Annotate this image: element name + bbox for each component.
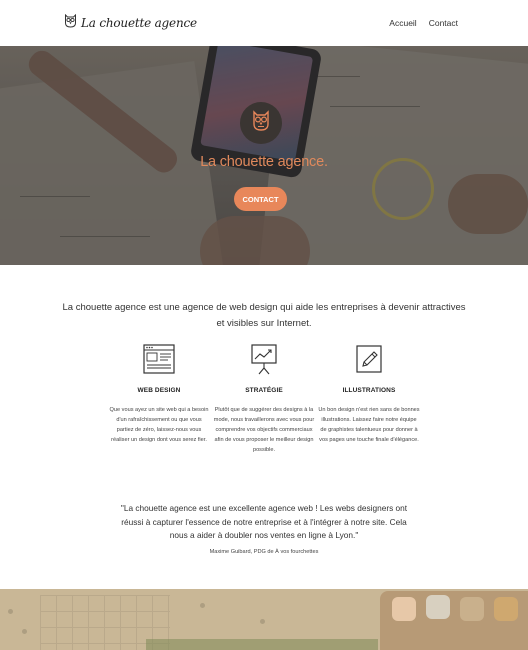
testimonial-quote: "La chouette agence est une excellente a…: [120, 503, 408, 540]
bottom-bg-dot: [8, 609, 13, 614]
intro-text: La chouette agence est une agence de web…: [62, 302, 466, 329]
brand-logo[interactable]: La chouette agence: [64, 13, 197, 33]
nav-link-accueil[interactable]: Accueil: [389, 18, 416, 28]
bottom-bg-dot: [200, 603, 205, 608]
owl-logo-icon: [64, 13, 77, 33]
bottom-image: [0, 589, 528, 650]
bottom-bg-dot: [260, 619, 265, 624]
bottom-bg-band: [146, 639, 378, 650]
app-tile-icon: [494, 597, 518, 621]
presentation-chart-icon: [250, 343, 278, 380]
service-description: Plutôt que de suggérer des designs à la …: [213, 407, 315, 454]
contact-button[interactable]: CONTACT: [234, 187, 287, 211]
app-tile-icon: [392, 597, 416, 621]
testimonial-author: Maxime Guibard, PDG de À vos fourchettes: [209, 549, 319, 555]
owl-icon: [251, 109, 271, 137]
hero-title: La chouette agence.: [200, 154, 328, 170]
brand-name: La chouette agence: [81, 16, 197, 30]
main-nav: Accueil Contact: [389, 18, 458, 28]
site-header: La chouette agence Accueil Contact: [0, 0, 528, 46]
service-illustrations: ILLUSTRATIONS Un bon design n'est rien s…: [318, 344, 420, 455]
browser-window-icon: [143, 343, 175, 379]
nav-link-contact[interactable]: Contact: [429, 18, 458, 28]
service-title: STRATÉGIE: [245, 387, 283, 394]
hero-owl-badge: [240, 102, 282, 144]
hero-banner: La chouette agence. CONTACT: [0, 46, 528, 265]
services-section: WEB DESIGN Que vous ayez un site web qui…: [108, 343, 420, 455]
service-description: Un bon design n'est rien sans de bonnes …: [318, 407, 420, 444]
bottom-bg-dot: [22, 629, 27, 634]
pencil-frame-icon: [355, 344, 383, 379]
service-description: Que vous ayez un site web qui a besoin d…: [109, 407, 209, 444]
app-tile-icon: [460, 597, 484, 621]
service-web-design: WEB DESIGN Que vous ayez un site web qui…: [108, 343, 210, 455]
service-strategie: STRATÉGIE Plutôt que de suggérer des des…: [213, 343, 315, 455]
app-tile-icon: [426, 595, 450, 619]
service-title: ILLUSTRATIONS: [342, 387, 396, 394]
service-title: WEB DESIGN: [137, 387, 181, 394]
